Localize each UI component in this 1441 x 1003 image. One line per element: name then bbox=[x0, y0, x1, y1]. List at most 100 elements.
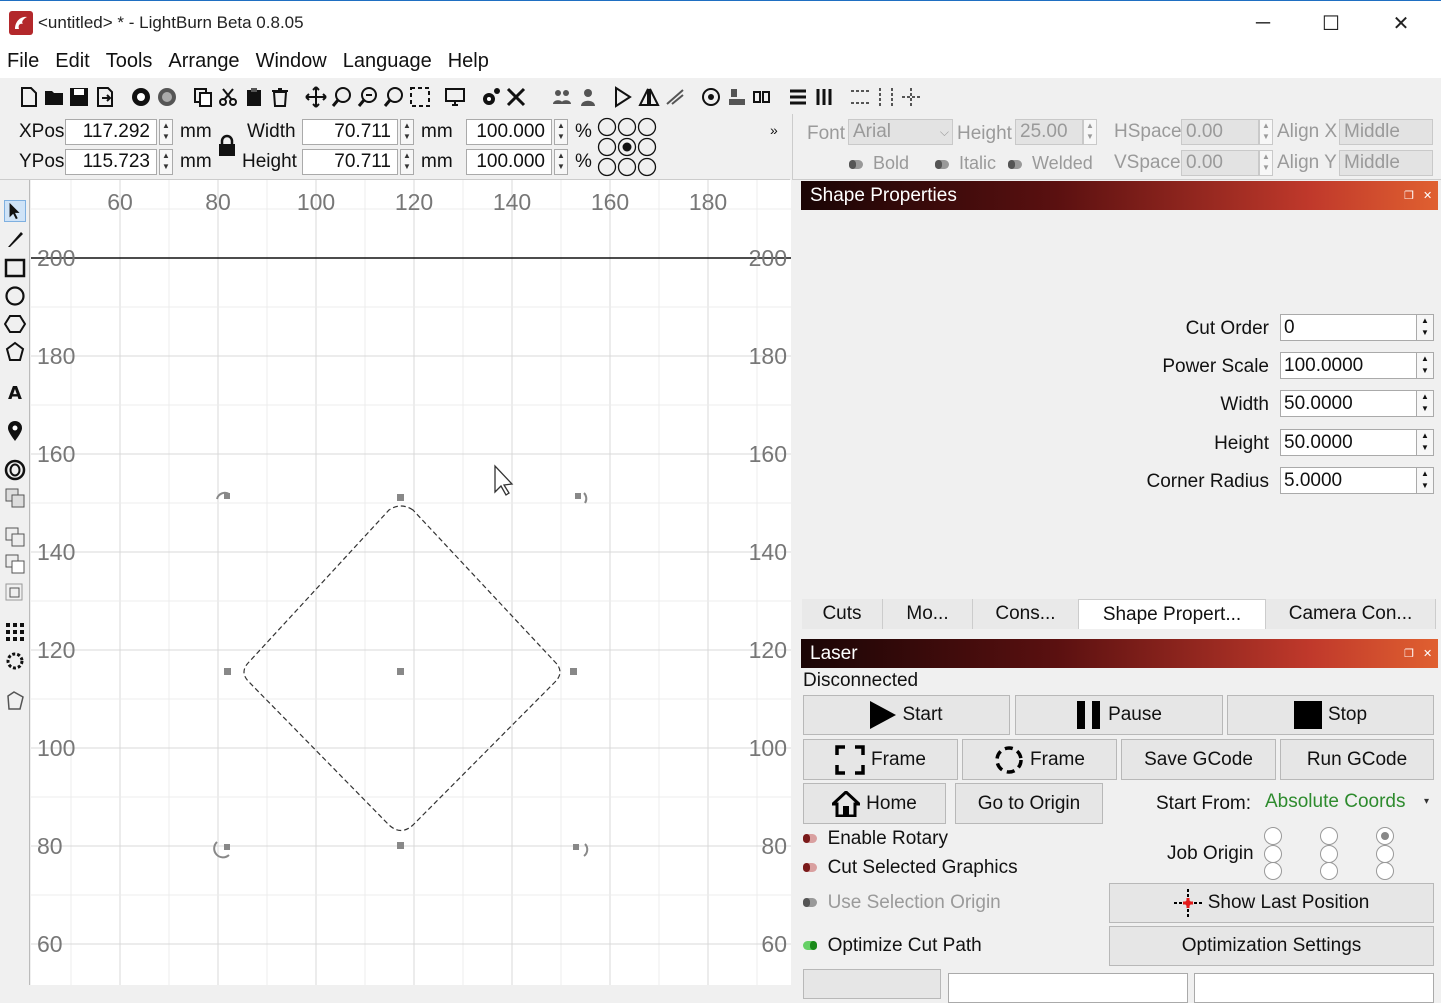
height-percent-input[interactable]: 100.000 bbox=[466, 149, 552, 175]
xpos-spinner[interactable]: ▲ ▼ bbox=[159, 119, 173, 145]
power-scale-spinner[interactable]: ▲ ▼ bbox=[1416, 352, 1434, 379]
cut-icon[interactable] bbox=[217, 86, 239, 108]
new-file-icon[interactable] bbox=[18, 86, 40, 108]
shape-width-spinner[interactable]: ▲ ▼ bbox=[1416, 390, 1434, 417]
corner-radius-spinner[interactable]: ▲ ▼ bbox=[1416, 467, 1434, 494]
home-button[interactable]: Home bbox=[803, 783, 946, 824]
boolean-difference-icon[interactable] bbox=[4, 553, 26, 575]
start-button[interactable]: Start bbox=[803, 695, 1010, 735]
shape-height-input[interactable]: 50.0000 bbox=[1280, 429, 1417, 456]
shape-width-input[interactable]: 50.0000 bbox=[1280, 390, 1417, 417]
monitor-icon[interactable] bbox=[444, 86, 466, 108]
job-origin-bottom-left[interactable] bbox=[1264, 862, 1282, 880]
mirror-icon[interactable] bbox=[638, 86, 660, 108]
tools-icon[interactable] bbox=[505, 86, 527, 108]
distribute-vertical-icon[interactable] bbox=[849, 86, 871, 108]
text-height-spinner[interactable]: ▲ ▼ bbox=[1083, 119, 1097, 145]
text-tool-icon[interactable]: A bbox=[4, 381, 26, 403]
delete-icon[interactable] bbox=[269, 86, 291, 108]
weld-shapes-icon[interactable] bbox=[4, 487, 26, 509]
menu-file[interactable]: File bbox=[7, 50, 39, 73]
close-button[interactable]: ✕ bbox=[1378, 7, 1424, 39]
open-folder-icon[interactable] bbox=[43, 86, 65, 108]
rotation-handles[interactable] bbox=[213, 491, 589, 859]
handle-bottom[interactable] bbox=[397, 842, 404, 849]
go-to-origin-button[interactable]: Go to Origin bbox=[955, 783, 1103, 824]
job-origin-top-right[interactable] bbox=[1376, 827, 1394, 845]
menu-edit[interactable]: Edit bbox=[55, 50, 89, 73]
width-percent-input[interactable]: 100.000 bbox=[466, 119, 552, 145]
distribute-horizontal-icon[interactable] bbox=[875, 86, 897, 108]
job-origin-top-left[interactable] bbox=[1264, 827, 1282, 845]
align-x-select[interactable]: Middle bbox=[1339, 119, 1433, 145]
design-canvas[interactable]: 60 80 100 120 140 160 180 200 200 180 180 160 160 14… bbox=[31, 180, 791, 985]
corner-radius-input[interactable]: 5.0000 bbox=[1280, 467, 1417, 494]
move-together-icon[interactable] bbox=[900, 86, 922, 108]
flip-horizontal-icon[interactable] bbox=[612, 86, 634, 108]
device-select-partial[interactable] bbox=[948, 973, 1188, 1003]
lock-icon[interactable] bbox=[217, 134, 237, 158]
zoom-out-icon[interactable] bbox=[357, 86, 379, 108]
rectangle-tool-icon[interactable] bbox=[4, 257, 26, 279]
polygon-tool-icon[interactable] bbox=[4, 313, 26, 335]
menu-tools[interactable]: Tools bbox=[106, 50, 153, 73]
job-origin-middle-right[interactable] bbox=[1376, 845, 1394, 863]
vspace-spinner[interactable]: ▲ ▼ bbox=[1259, 150, 1273, 176]
pause-button[interactable]: Pause bbox=[1015, 695, 1223, 735]
settings-wheel-icon[interactable] bbox=[156, 86, 178, 108]
menu-help[interactable]: Help bbox=[448, 50, 489, 73]
xpos-input[interactable]: 117.292 bbox=[65, 119, 157, 145]
select-tool-icon[interactable] bbox=[4, 200, 26, 222]
tab-move[interactable]: Mo... bbox=[883, 599, 973, 629]
arrange-columns-icon[interactable] bbox=[813, 86, 835, 108]
arrange-rows-icon[interactable] bbox=[787, 86, 809, 108]
boolean-union-icon[interactable] bbox=[4, 526, 26, 548]
ungroup-icon[interactable] bbox=[577, 86, 599, 108]
vspace-input[interactable]: 0.00 bbox=[1181, 150, 1259, 176]
stop-button[interactable]: Stop bbox=[1227, 695, 1434, 735]
minimize-button[interactable]: ─ bbox=[1240, 7, 1286, 39]
handle-top[interactable] bbox=[397, 494, 404, 501]
edit-nodes-icon[interactable] bbox=[4, 341, 26, 363]
job-origin-middle-left[interactable] bbox=[1264, 845, 1282, 863]
shape-height-spinner[interactable]: ▲ ▼ bbox=[1416, 429, 1434, 456]
width-percent-spinner[interactable]: ▲ ▼ bbox=[554, 119, 568, 145]
bold-toggle[interactable]: Bold bbox=[849, 153, 909, 174]
move-icon[interactable] bbox=[305, 86, 327, 108]
position-laser-icon[interactable] bbox=[4, 420, 26, 442]
anchor-point-grid[interactable] bbox=[597, 117, 657, 177]
show-last-position-button[interactable]: Show Last Position bbox=[1109, 883, 1434, 923]
menu-window[interactable]: Window bbox=[256, 50, 327, 73]
job-origin-bottom-right[interactable] bbox=[1376, 862, 1394, 880]
ypos-spinner[interactable]: ▲ ▼ bbox=[159, 149, 173, 175]
laser-panel-close-icon[interactable]: ✕ bbox=[1423, 640, 1432, 669]
optimize-cut-path-toggle[interactable]: Optimize Cut Path bbox=[803, 935, 982, 957]
zoom-fit-icon[interactable] bbox=[383, 86, 405, 108]
export-icon[interactable] bbox=[94, 86, 116, 108]
grid-array-icon[interactable] bbox=[4, 621, 26, 643]
align-center-icon[interactable] bbox=[700, 86, 722, 108]
enable-rotary-toggle[interactable]: Enable Rotary bbox=[803, 828, 948, 850]
job-origin-top-center[interactable] bbox=[1320, 827, 1338, 845]
handle-right[interactable] bbox=[570, 668, 577, 675]
draw-lines-icon[interactable] bbox=[4, 228, 26, 250]
device-type-select-partial[interactable] bbox=[1194, 973, 1434, 1003]
job-origin-center[interactable] bbox=[1320, 845, 1338, 863]
zoom-in-icon[interactable] bbox=[331, 86, 353, 108]
frame-rect-button[interactable]: Frame bbox=[803, 739, 958, 780]
tab-cuts[interactable]: Cuts bbox=[802, 599, 883, 629]
offset-shapes-icon[interactable] bbox=[4, 459, 26, 481]
boolean-intersection-icon[interactable] bbox=[4, 582, 26, 604]
maximize-button[interactable]: ☐ bbox=[1308, 7, 1354, 39]
height-percent-spinner[interactable]: ▲ ▼ bbox=[554, 149, 568, 175]
laser-panel-float-icon[interactable]: ❐ bbox=[1404, 640, 1414, 669]
run-gcode-button[interactable]: Run GCode bbox=[1280, 739, 1434, 780]
tab-camera-control[interactable]: Camera Con... bbox=[1266, 599, 1436, 629]
align-bottom-icon[interactable] bbox=[726, 86, 748, 108]
text-height-input[interactable]: 25.00 bbox=[1015, 119, 1083, 145]
start-from-select[interactable]: Absolute Coords ▾ bbox=[1261, 787, 1435, 817]
menu-arrange[interactable]: Arrange bbox=[168, 50, 239, 73]
hspace-input[interactable]: 0.00 bbox=[1181, 119, 1259, 145]
optimization-settings-button[interactable]: Optimization Settings bbox=[1109, 926, 1434, 966]
cut-order-spinner[interactable]: ▲ ▼ bbox=[1416, 314, 1434, 341]
